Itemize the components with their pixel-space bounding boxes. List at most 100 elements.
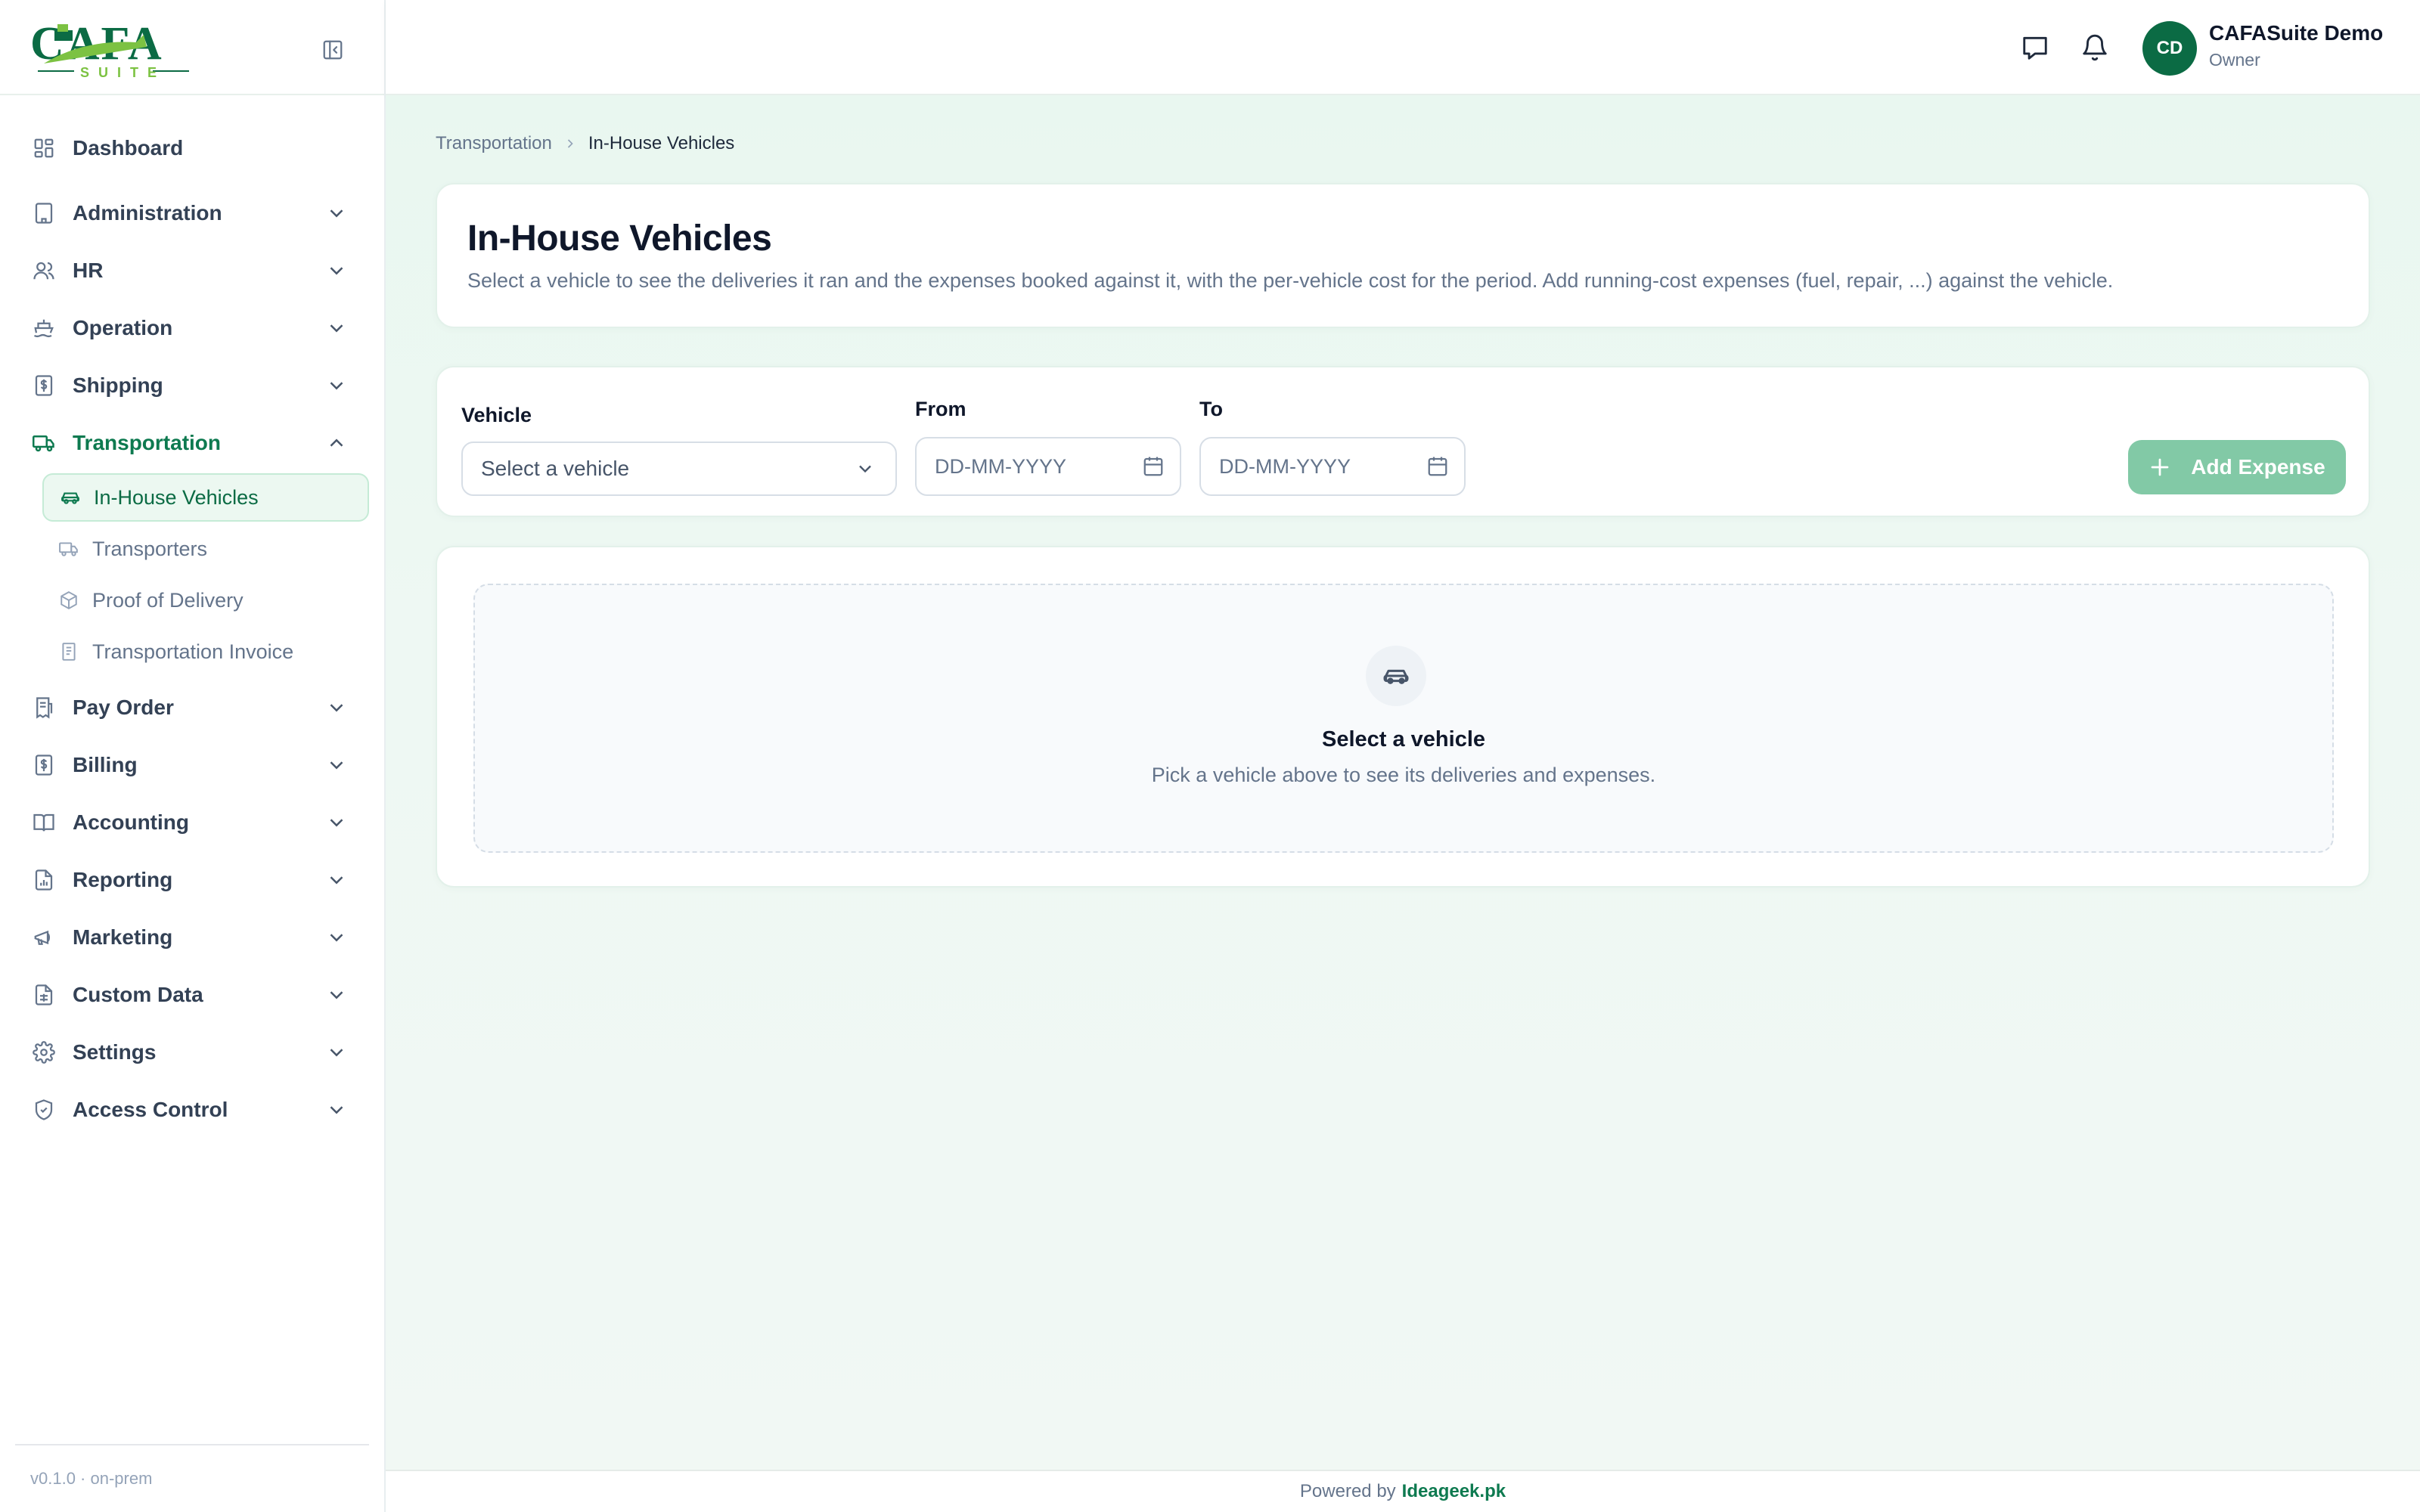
sidebar-subitem-proof-of-delivery[interactable]: Proof of Delivery [42, 576, 369, 624]
from-date-input[interactable]: DD-MM-YYYY [915, 437, 1181, 496]
to-label: To [1199, 398, 1223, 420]
breadcrumb: Transportation In-House Vehicles [436, 133, 734, 154]
vehicle-label: Vehicle [461, 404, 532, 426]
sidebar-item-label: Dashboard [73, 136, 184, 160]
sidebar-item-dashboard[interactable]: Dashboard [30, 125, 355, 171]
vehicle-results-card: Select a vehicle Pick a vehicle above to… [436, 546, 2370, 888]
sidebar-item-label: Transportation [73, 431, 222, 454]
chevron-down-icon [330, 382, 343, 390]
sidebar-collapse-button[interactable] [318, 35, 348, 65]
sidebar-item-custom-data[interactable]: Custom Data [30, 972, 355, 1018]
user-name[interactable]: CAFASuite Demo [2209, 21, 2383, 45]
sidebar-item-reporting[interactable]: Reporting [30, 857, 355, 903]
cafa-suite-logo[interactable]: CAFA SUITE [30, 17, 197, 80]
sidebar-subitem-label: In-House Vehicles [94, 485, 259, 509]
sidebar-item-marketing[interactable]: Marketing [30, 915, 355, 960]
to-date-input[interactable]: DD-MM-YYYY [1199, 437, 1466, 496]
sidebar-subitem-in-house-vehicles[interactable]: In-House Vehicles [42, 473, 369, 522]
chevron-right-icon [567, 139, 573, 148]
chevron-down-icon [330, 819, 343, 827]
from-date-placeholder: DD-MM-YYYY [935, 454, 1066, 478]
footer: Powered by Ideageek.pk [386, 1470, 2420, 1512]
version-label: v0.1.0 · on-prem [15, 1444, 369, 1512]
chevron-down-icon [330, 1106, 343, 1114]
invoice-icon [30, 751, 57, 779]
sidebar-header: CAFA SUITE [0, 0, 384, 95]
sidebar-item-pay-order[interactable]: Pay Order [30, 685, 355, 730]
empty-state-subtitle: Pick a vehicle above to see its deliveri… [1151, 764, 1656, 786]
notifications-button[interactable] [2080, 33, 2110, 63]
building-icon [30, 200, 57, 227]
page-title: In-House Vehicles [467, 218, 772, 259]
users-icon [30, 257, 57, 284]
breadcrumb-transportation[interactable]: Transportation [436, 133, 552, 154]
sidebar-subitem-transporters[interactable]: Transporters [42, 525, 369, 573]
sidebar-item-label: Marketing [73, 925, 173, 949]
chevron-up-icon [330, 438, 343, 447]
sidebar-item-label: Operation [73, 316, 173, 339]
sidebar: CAFA SUITE Dashboard Administration HR O… [0, 0, 386, 1512]
topbar: CD CAFASuite Demo Owner [386, 0, 2420, 95]
report-icon [30, 866, 57, 894]
sidebar-item-label: Custom Data [73, 983, 203, 1006]
chevron-down-icon [330, 991, 343, 999]
chevron-down-icon [330, 324, 343, 333]
calendar-icon[interactable] [1142, 455, 1165, 478]
ship-icon [30, 314, 57, 342]
vehicle-select-value: Select a vehicle [481, 457, 630, 480]
chevron-down-icon [330, 934, 343, 942]
chevron-down-icon [859, 465, 871, 473]
sidebar-item-billing[interactable]: Billing [30, 742, 355, 788]
sidebar-item-operation[interactable]: Operation [30, 305, 355, 351]
sidebar-item-hr[interactable]: HR [30, 248, 355, 293]
car-icon [59, 486, 82, 509]
package-icon [57, 589, 80, 612]
calendar-icon[interactable] [1426, 455, 1449, 478]
sidebar-item-settings[interactable]: Settings [30, 1030, 355, 1075]
vehicle-select[interactable]: Select a vehicle [461, 442, 897, 496]
bell-icon [2083, 34, 2107, 61]
sidebar-item-shipping[interactable]: Shipping [30, 363, 355, 408]
messages-button[interactable] [2020, 33, 2050, 63]
breadcrumb-current: In-House Vehicles [588, 133, 735, 153]
sidebar-subitem-transportation-invoice[interactable]: Transportation Invoice [42, 627, 369, 676]
chevron-down-icon [330, 209, 343, 218]
car-icon [1366, 646, 1426, 706]
dashboard-icon [30, 135, 57, 162]
add-expense-button[interactable]: Add Expense [2128, 440, 2346, 494]
sidebar-item-administration[interactable]: Administration [30, 191, 355, 236]
megaphone-icon [30, 924, 57, 951]
main-content: Transportation In-House Vehicles In-Hous… [386, 95, 2420, 1470]
empty-state-title: Select a vehicle [1321, 727, 1486, 751]
sidebar-item-label: Accounting [73, 810, 189, 834]
sidebar-subitem-label: Transportation Invoice [92, 640, 294, 663]
avatar[interactable]: CD [2142, 21, 2197, 76]
receipt-icon [30, 694, 57, 721]
table-doc-icon [30, 981, 57, 1009]
message-square-icon [2023, 36, 2047, 60]
sidebar-item-label: Billing [73, 753, 138, 776]
sidebar-item-label: Reporting [73, 868, 173, 891]
sidebar-item-access-control[interactable]: Access Control [30, 1087, 355, 1132]
chevron-down-icon [330, 876, 343, 885]
chevron-down-icon [330, 267, 343, 275]
to-date-placeholder: DD-MM-YYYY [1219, 454, 1351, 478]
sidebar-item-label: Administration [73, 201, 222, 225]
truck-icon [30, 429, 57, 457]
book-icon [30, 809, 57, 836]
shield-icon [30, 1096, 57, 1123]
from-label: From [915, 398, 966, 420]
plus-icon [2151, 458, 2169, 476]
footer-brand-link[interactable]: Ideageek.pk [1402, 1481, 1506, 1502]
dollar-doc-icon [30, 372, 57, 399]
chevron-down-icon [330, 1049, 343, 1057]
page-header-card: In-House Vehicles Select a vehicle to se… [436, 183, 2370, 328]
sidebar-subitem-label: Transporters [92, 537, 208, 560]
sidebar-subitem-label: Proof of Delivery [92, 588, 244, 612]
sidebar-item-transportation[interactable]: Transportation [30, 420, 355, 466]
sidebar-item-accounting[interactable]: Accounting [30, 800, 355, 845]
user-role: Owner [2209, 50, 2260, 70]
sidebar-item-label: Access Control [73, 1098, 228, 1121]
sidebar-item-label: Pay Order [73, 696, 174, 719]
chevron-down-icon [330, 761, 343, 770]
